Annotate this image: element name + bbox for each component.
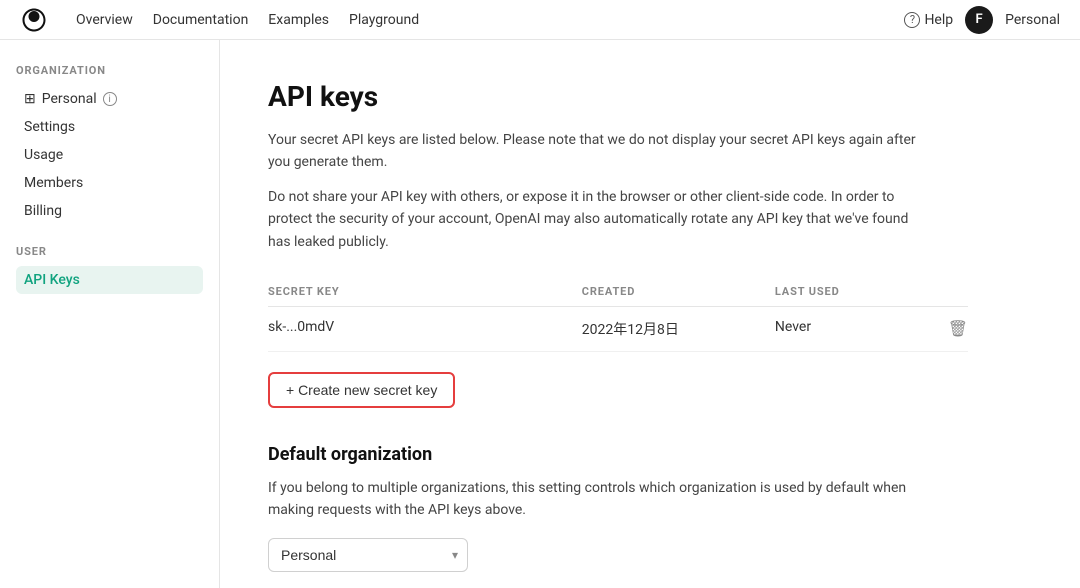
default-org-title: Default organization (268, 444, 1032, 465)
sidebar-item-members[interactable]: Members (16, 169, 203, 197)
org-select[interactable]: Personal (268, 538, 468, 572)
col-header-lastused: LAST USED (775, 277, 920, 307)
org-section-label: ORGANIZATION (16, 64, 203, 77)
layout: ORGANIZATION ⊞ Personal i Settings Usage… (0, 40, 1080, 588)
help-button[interactable]: ? Help (904, 12, 953, 28)
topnav-examples[interactable]: Examples (268, 12, 329, 28)
col-header-key: SECRET KEY (268, 277, 582, 307)
col-header-action (920, 277, 968, 307)
sidebar-personal-label: Personal (42, 91, 97, 107)
topnav-links: Overview Documentation Examples Playgrou… (76, 12, 880, 28)
topnav-overview[interactable]: Overview (76, 12, 133, 28)
sidebar: ORGANIZATION ⊞ Personal i Settings Usage… (0, 40, 220, 588)
page-desc-2: Do not share your API key with others, o… (268, 186, 928, 253)
topnav-playground[interactable]: Playground (349, 12, 419, 28)
table-row: sk-...0mdV 2022年12月8日 Never 🗑 (268, 306, 968, 351)
sidebar-personal-row: ⊞ Personal i (16, 85, 203, 113)
api-keys-table: SECRET KEY CREATED LAST USED sk-...0mdV … (268, 277, 968, 352)
org-select-wrap: Personal ▾ (268, 538, 468, 572)
sidebar-item-settings[interactable]: Settings (16, 113, 203, 141)
api-key-lastused: Never (775, 306, 920, 351)
topnav-documentation[interactable]: Documentation (153, 12, 249, 28)
org-section: ORGANIZATION ⊞ Personal i Settings Usage… (16, 64, 203, 225)
openai-logo (20, 6, 48, 34)
col-header-created: CREATED (582, 277, 775, 307)
default-org-desc: If you belong to multiple organizations,… (268, 477, 928, 522)
topnav-right: ? Help F Personal (904, 6, 1060, 34)
api-key-created: 2022年12月8日 (582, 306, 775, 351)
main-content: API keys Your secret API keys are listed… (220, 40, 1080, 588)
building-icon: ⊞ (24, 91, 36, 107)
page-title: API keys (268, 80, 1032, 113)
delete-key-icon[interactable]: 🗑 (948, 319, 968, 338)
api-key-value: sk-...0mdV (268, 306, 582, 351)
avatar[interactable]: F (965, 6, 993, 34)
create-secret-key-button[interactable]: + Create new secret key (268, 372, 455, 408)
topnav-personal-label[interactable]: Personal (1005, 12, 1060, 28)
topnav: Overview Documentation Examples Playgrou… (0, 0, 1080, 40)
page-desc-1: Your secret API keys are listed below. P… (268, 129, 928, 174)
user-section-label: USER (16, 245, 203, 258)
user-section: USER API Keys (16, 245, 203, 294)
info-icon[interactable]: i (103, 92, 117, 106)
create-btn-wrap: + Create new secret key (268, 372, 1032, 408)
help-label: Help (924, 12, 953, 28)
sidebar-item-api-keys[interactable]: API Keys (16, 266, 203, 294)
sidebar-item-billing[interactable]: Billing (16, 197, 203, 225)
sidebar-item-usage[interactable]: Usage (16, 141, 203, 169)
help-circle-icon: ? (904, 12, 920, 28)
